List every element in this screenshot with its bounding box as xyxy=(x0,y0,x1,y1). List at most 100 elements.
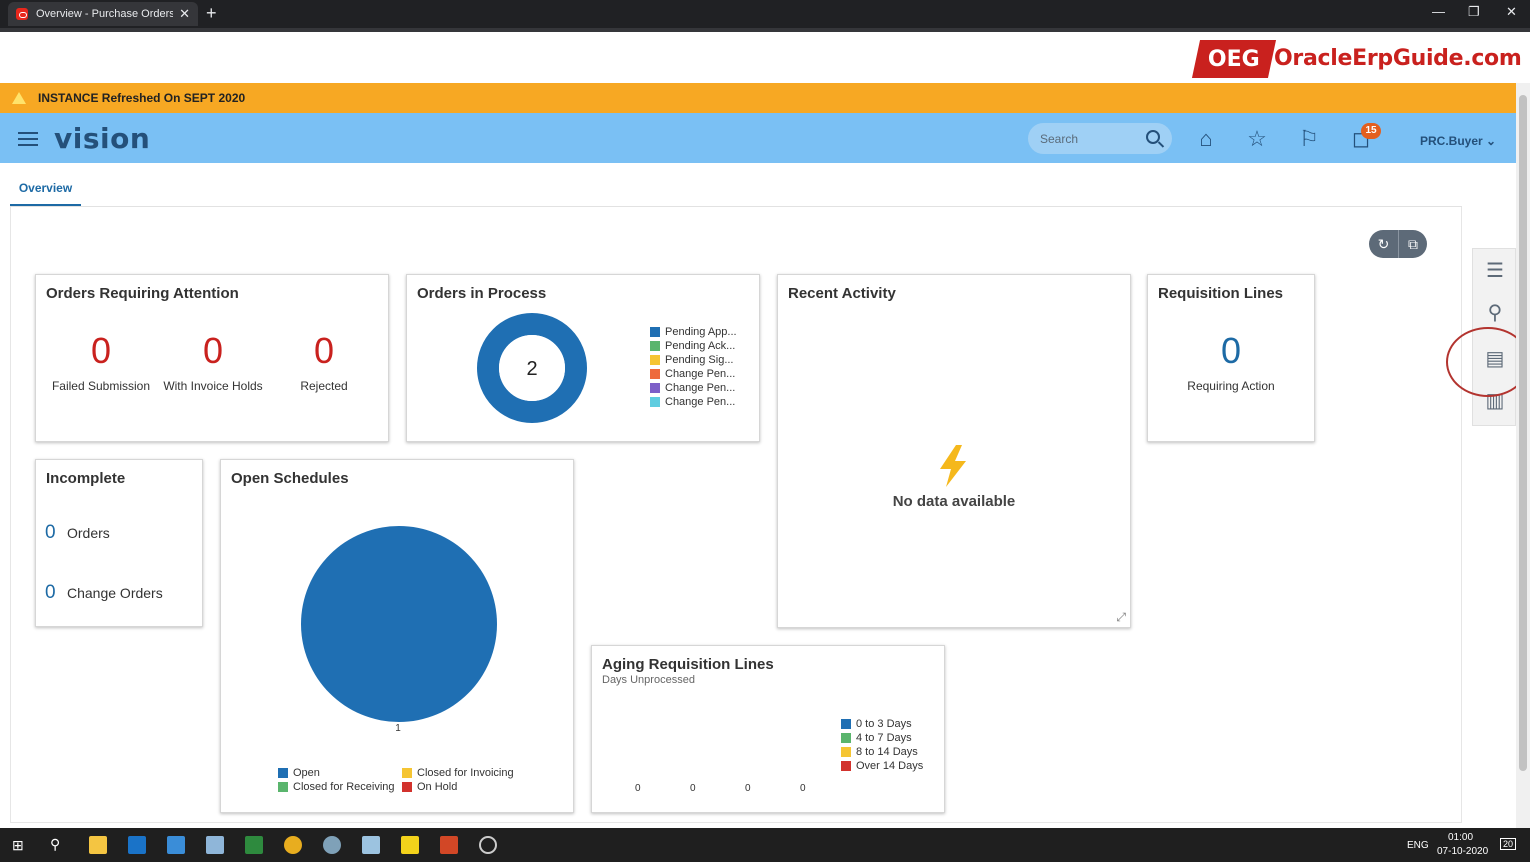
clock-app-icon[interactable] xyxy=(479,836,497,854)
card-requisition-lines: Requisition Lines 0 Requiring Action xyxy=(1147,274,1315,442)
legend-item[interactable]: Over 14 Days xyxy=(841,759,923,773)
chrome-icon[interactable] xyxy=(284,836,302,854)
legend-item[interactable]: Change Pen... xyxy=(650,395,737,409)
window-close-button[interactable]: ✕ xyxy=(1506,4,1517,20)
orders-process-legend: Pending App... Pending Ack... Pending Si… xyxy=(650,325,737,409)
favorites-star-icon[interactable]: ☆ xyxy=(1245,127,1269,151)
tray-time[interactable]: 01:00 xyxy=(1448,832,1473,843)
windows-start-icon[interactable]: ⊞ xyxy=(12,837,28,853)
legend-item[interactable]: Pending App... xyxy=(650,325,737,339)
orders-donut-chart[interactable]: 2 xyxy=(475,311,589,425)
chevron-down-icon: ⌄ xyxy=(1486,134,1497,148)
lightning-bolt-icon xyxy=(940,445,966,487)
snip-icon[interactable] xyxy=(362,836,380,854)
no-data-message: No data available xyxy=(892,493,1016,510)
resize-handle-icon[interactable]: ⤢ xyxy=(1116,610,1126,625)
brand-logo[interactable]: vision xyxy=(54,122,150,155)
browser-titlebar: Overview - Purchase Orders - Or ✕ + — ❐ … xyxy=(0,0,1530,28)
bar-data-label: 0 xyxy=(800,783,806,794)
refresh-controls: ↻ ⧉ xyxy=(1369,230,1427,258)
aging-legend: 0 to 3 Days 4 to 7 Days 8 to 14 Days Ove… xyxy=(841,717,923,773)
tray-date[interactable]: 07-10-2020 xyxy=(1437,846,1488,857)
legend-item[interactable]: On Hold xyxy=(402,780,514,794)
bar-data-label: 0 xyxy=(635,783,641,794)
bar-data-label: 0 xyxy=(690,783,696,794)
card-title: Recent Activity xyxy=(788,285,896,302)
navigator-menu-icon[interactable] xyxy=(18,132,38,146)
card-subtitle: Days Unprocessed xyxy=(602,674,695,686)
oeg-logo: OEG xyxy=(1191,40,1277,78)
taskbar-search-icon[interactable]: ⚲ xyxy=(50,836,60,853)
outlook-icon[interactable] xyxy=(128,836,146,854)
legend-item[interactable]: Pending Ack... xyxy=(650,339,737,353)
powerpoint-icon[interactable] xyxy=(440,836,458,854)
global-search xyxy=(1028,123,1172,154)
legend-item[interactable]: Closed for Receiving xyxy=(278,780,395,794)
metric-requiring-action[interactable]: 0 Requiring Action xyxy=(1148,331,1314,394)
minimize-button[interactable]: — xyxy=(1432,4,1445,19)
card-title: Open Schedules xyxy=(231,470,349,487)
open-schedules-legend-left: Open Closed for Receiving xyxy=(278,766,395,794)
tab-overview[interactable]: Overview xyxy=(10,176,81,207)
legend-item[interactable]: 8 to 14 Days xyxy=(841,745,923,759)
browser-tab[interactable]: Overview - Purchase Orders - Or ✕ xyxy=(8,2,198,26)
search-panel-icon[interactable]: ⚲ xyxy=(1481,299,1509,327)
pie-slice-open[interactable] xyxy=(301,526,497,722)
legend-item[interactable]: 0 to 3 Days xyxy=(841,717,923,731)
restore-button[interactable]: ❐ xyxy=(1468,4,1480,20)
paint-icon[interactable] xyxy=(323,836,341,854)
card-title: Requisition Lines xyxy=(1158,285,1284,302)
language-indicator[interactable]: ENG xyxy=(1407,840,1429,851)
card-title: Aging Requisition Lines xyxy=(602,656,774,673)
incomplete-change-orders-row[interactable]: 0 Change Orders xyxy=(45,582,163,604)
duplicate-icon[interactable]: ⧉ xyxy=(1398,230,1427,258)
user-menu[interactable]: PRC.Buyer ⌄ xyxy=(1420,134,1496,148)
action-center-icon[interactable]: 20 xyxy=(1500,838,1517,850)
legend-item[interactable]: Change Pen... xyxy=(650,367,737,381)
card-title: Orders Requiring Attention xyxy=(46,285,239,302)
search-icon[interactable] xyxy=(1146,130,1160,144)
card-title: Orders in Process xyxy=(417,285,547,302)
document-icon[interactable]: ☰ xyxy=(1481,257,1509,285)
bar-data-label: 0 xyxy=(745,783,751,794)
mail-icon[interactable] xyxy=(167,836,185,854)
card-aging-requisition-lines: Aging Requisition Lines Days Unprocessed… xyxy=(591,645,945,813)
card-orders-in-process: Orders in Process 2 Pending App... Pendi… xyxy=(406,274,760,442)
card-incomplete: Incomplete 0 Orders 0 Change Orders xyxy=(35,459,203,627)
notification-count-badge: 15 xyxy=(1361,123,1381,139)
network-app-icon[interactable] xyxy=(206,836,224,854)
incomplete-orders-row[interactable]: 0 Orders xyxy=(45,522,110,544)
legend-item[interactable]: Closed for Invoicing xyxy=(402,766,514,780)
warning-text: INSTANCE Refreshed On SEPT 2020 xyxy=(38,91,246,105)
search-input[interactable] xyxy=(1040,131,1140,146)
windows-taskbar: ⊞ ⚲ ENG 01:00 07-10-2020 20 xyxy=(0,828,1530,862)
legend-item[interactable]: 4 to 7 Days xyxy=(841,731,923,745)
scrollbar-thumb[interactable] xyxy=(1519,95,1527,771)
watchlist-flag-icon[interactable]: ⚐ xyxy=(1297,127,1321,151)
metric-invoice-holds[interactable]: 0 With Invoice Holds xyxy=(154,331,272,394)
instance-warning-banner: INSTANCE Refreshed On SEPT 2020 xyxy=(0,83,1516,113)
legend-item[interactable]: Pending Sig... xyxy=(650,353,737,367)
file-explorer-icon[interactable] xyxy=(89,836,107,854)
refresh-icon[interactable]: ↻ xyxy=(1369,230,1398,258)
page-scrollbar[interactable] xyxy=(1516,83,1530,828)
new-tab-button[interactable]: + xyxy=(206,4,217,22)
metric-rejected[interactable]: 0 Rejected xyxy=(265,331,383,394)
app-header: vision ⌂ ☆ ⚐ ◻ PRC.Buyer ⌄ xyxy=(0,113,1516,163)
watermark-site: OracleErpGuide.com xyxy=(1274,46,1522,71)
open-schedules-legend-right: Closed for Invoicing On Hold xyxy=(402,766,514,794)
legend-item[interactable]: Open xyxy=(278,766,395,780)
legend-item[interactable]: Change Pen... xyxy=(650,381,737,395)
tab-close-icon[interactable]: ✕ xyxy=(179,6,190,22)
home-icon[interactable]: ⌂ xyxy=(1194,127,1218,151)
notepad-icon[interactable] xyxy=(245,836,263,854)
card-recent-activity: Recent Activity No data available ⤢ xyxy=(777,274,1131,628)
pie-slice-label: 1 xyxy=(395,723,401,734)
card-orders-requiring-attention: Orders Requiring Attention 0 Failed Subm… xyxy=(35,274,389,442)
metric-failed-submission[interactable]: 0 Failed Submission xyxy=(42,331,160,394)
card-open-schedules: Open Schedules 1 Open Closed for Receivi… xyxy=(220,459,574,813)
sticky-notes-icon[interactable] xyxy=(401,836,419,854)
warning-icon xyxy=(12,92,26,104)
tab-title: Overview - Purchase Orders - Or xyxy=(36,8,174,20)
open-schedules-pie[interactable] xyxy=(299,524,499,724)
